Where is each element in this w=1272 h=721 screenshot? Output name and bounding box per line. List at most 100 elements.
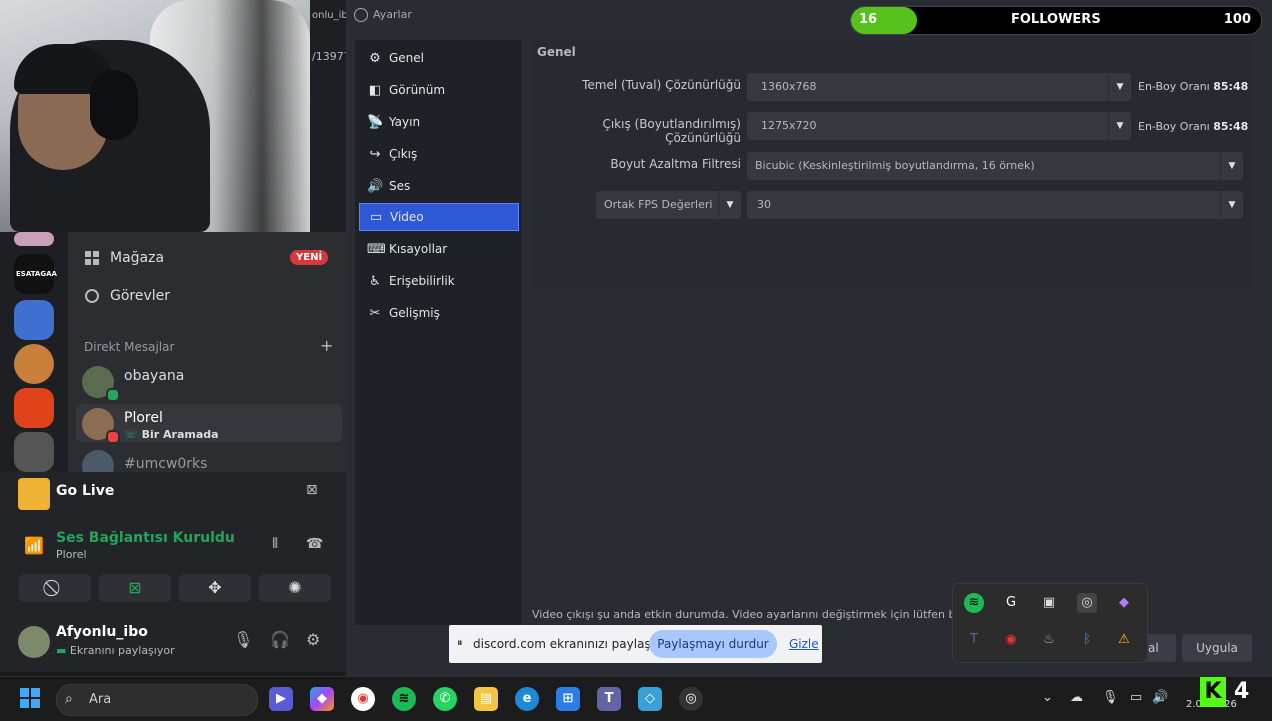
close-stream-icon[interactable]: ⊠	[306, 482, 318, 498]
base-resolution-combo[interactable]: 1360x768 ▼	[747, 73, 1131, 101]
obs-app-icon[interactable]: ◎	[679, 687, 703, 711]
obs-logo-icon	[354, 8, 368, 22]
go-live-icon	[18, 478, 50, 510]
settings-gear-icon[interactable]: ⚙	[306, 630, 320, 649]
base-resolution-label: Temel (Tuval) Çözünürlüğü	[582, 78, 741, 92]
voice-panel: Go Live ⊠ 📶 Ses Bağlantısı Kuruldu Plore…	[0, 472, 346, 672]
new-badge: YENİ	[290, 250, 329, 265]
accessibility-icon: ♿	[369, 273, 381, 289]
nav-hotkeys[interactable]: ⌨ Kısayollar	[359, 235, 519, 263]
app-icon[interactable]: ◇	[638, 687, 662, 711]
nav-video[interactable]: ▭ Video	[359, 203, 519, 231]
headphones-icon[interactable]: 🎧	[270, 630, 290, 649]
server-rail: ESATAGAA	[0, 232, 68, 472]
edge-icon[interactable]: e	[515, 687, 539, 711]
volume-icon[interactable]: 🔊	[1152, 690, 1168, 705]
downscale-filter-combo[interactable]: Bicubic (Keskinleştirilmiş boyutlandırma…	[747, 152, 1243, 180]
server-icon-esatagaa[interactable]: ESATAGAA	[14, 254, 57, 294]
spotify-icon[interactable]: ≋	[964, 593, 984, 613]
chrome-icon[interactable]: ◉	[351, 687, 375, 711]
steam-icon[interactable]: ♨	[1039, 630, 1059, 650]
camera-app-icon[interactable]: ▣	[1039, 593, 1059, 613]
disconnect-icon[interactable]: ☎	[306, 536, 323, 552]
phone-icon: ☏	[124, 428, 142, 441]
signal-icon: 📶	[24, 536, 44, 555]
nav-label: Çıkış	[389, 147, 418, 161]
kick-count: 4	[1234, 679, 1250, 704]
dm-item[interactable]: #umcw0rks	[76, 446, 342, 472]
fps-value-combo[interactable]: 30 ▼	[747, 191, 1243, 219]
dm-item[interactable]: obayana	[76, 362, 342, 402]
pause-icon: ⏸	[457, 636, 463, 649]
stop-sharing-button[interactable]: Paylaşmayı durdur	[649, 630, 777, 658]
user-avatar[interactable]	[18, 626, 50, 658]
chevron-up-icon[interactable]: ⌄	[1042, 690, 1053, 705]
followers-label: FOLLOWERS	[1011, 12, 1101, 27]
network-icon[interactable]: ▭	[1130, 690, 1142, 705]
quests-nav-item[interactable]: Görevler	[84, 288, 170, 304]
apply-button[interactable]: Uygula	[1182, 634, 1252, 662]
activities-button[interactable]: ✥	[179, 574, 251, 602]
add-dm-button[interactable]: +	[320, 336, 333, 355]
nav-general[interactable]: ⚙ Genel	[359, 44, 519, 72]
nav-label: Genel	[389, 51, 425, 65]
onedrive-icon[interactable]: ☁	[1070, 690, 1083, 705]
logitech-icon[interactable]: G	[1001, 593, 1021, 613]
hide-link[interactable]: Gizle	[789, 637, 819, 651]
video-active-warning: Video çıkışı şu anda etkin durumda. Vide…	[532, 608, 956, 621]
output-icon: ↪	[369, 146, 381, 162]
output-aspect-ratio: En-Boy Oranı 85:48	[1138, 120, 1249, 133]
downscale-filter-label: Boyut Azaltma Filtresi	[610, 157, 741, 171]
microphone-tray-icon[interactable]: 🎙	[1102, 690, 1119, 705]
server-icon[interactable]	[14, 432, 54, 472]
soundboard-button[interactable]: ✺	[259, 574, 331, 602]
username[interactable]: Afyonlu_ibo	[56, 624, 148, 640]
nav-output[interactable]: ↪ Çıkış	[359, 140, 519, 168]
meet-icon[interactable]: ▶	[269, 687, 293, 711]
nav-advanced[interactable]: ✂ Gelişmiş	[359, 299, 519, 327]
microphone-icon[interactable]: 🎙	[233, 630, 253, 649]
obs-recording-icon[interactable]: ◉	[1001, 630, 1021, 650]
store-nav-item[interactable]: Mağaza	[84, 250, 164, 266]
fps-type-combo[interactable]: Ortak FPS Değerleri ▼	[596, 191, 741, 219]
followers-current: 16	[859, 12, 878, 27]
go-live-label[interactable]: Go Live	[56, 483, 114, 499]
nav-stream[interactable]: 📡 Yayın	[359, 108, 519, 136]
spotify-app-icon[interactable]: ≋	[392, 687, 416, 711]
tiger-server-icon[interactable]	[14, 344, 54, 384]
file-explorer-icon[interactable]: ▤	[474, 687, 498, 711]
copilot-icon[interactable]: ◆	[1114, 593, 1134, 613]
nav-label: Kısayollar	[389, 242, 448, 256]
taskbar-search[interactable]: ⌕ Ara	[56, 684, 258, 716]
window-title: Ayarlar	[373, 8, 412, 21]
whatsapp-icon[interactable]: ✆	[433, 687, 457, 711]
store-label: Mağaza	[110, 250, 165, 266]
noise-suppression-icon[interactable]: ⦀	[272, 536, 278, 552]
copilot-app-icon[interactable]: ◆	[310, 687, 334, 711]
dm-item-active[interactable]: Plorel ☏ Bir Aramada	[76, 404, 342, 444]
obs-tray-icon[interactable]: ◎	[1077, 593, 1097, 613]
store-app-icon[interactable]: ⊞	[556, 687, 580, 711]
tools-icon: ✂	[369, 305, 381, 321]
antenna-icon: 📡	[367, 114, 384, 130]
nav-audio[interactable]: 🔊 Ses	[359, 172, 519, 200]
server-icon[interactable]	[14, 232, 54, 246]
nav-label: Görünüm	[389, 83, 446, 97]
start-button[interactable]	[20, 688, 40, 708]
voice-channel-name[interactable]: Plorel	[56, 548, 87, 561]
nav-appearance[interactable]: ◧ Görünüm	[359, 76, 519, 104]
server-icon[interactable]	[14, 300, 54, 340]
output-resolution-combo[interactable]: 1275x720 ▼	[747, 112, 1131, 140]
teams-app-icon[interactable]: T	[597, 687, 621, 711]
search-placeholder: Ara	[89, 692, 112, 707]
warning-icon[interactable]: ⚠	[1114, 630, 1134, 650]
screen-share-button[interactable]: ⊠	[99, 574, 171, 602]
camera-off-button[interactable]: ⃠	[19, 574, 91, 602]
store-icon	[84, 250, 100, 266]
bluetooth-icon[interactable]: ᛒ	[1077, 630, 1097, 650]
appearance-icon: ◧	[368, 82, 382, 98]
nav-accessibility[interactable]: ♿ Erişebilirlik	[359, 267, 519, 295]
dm-name: Plorel	[124, 410, 163, 426]
server-icon[interactable]	[14, 388, 54, 428]
teams-icon[interactable]: T	[964, 630, 984, 650]
